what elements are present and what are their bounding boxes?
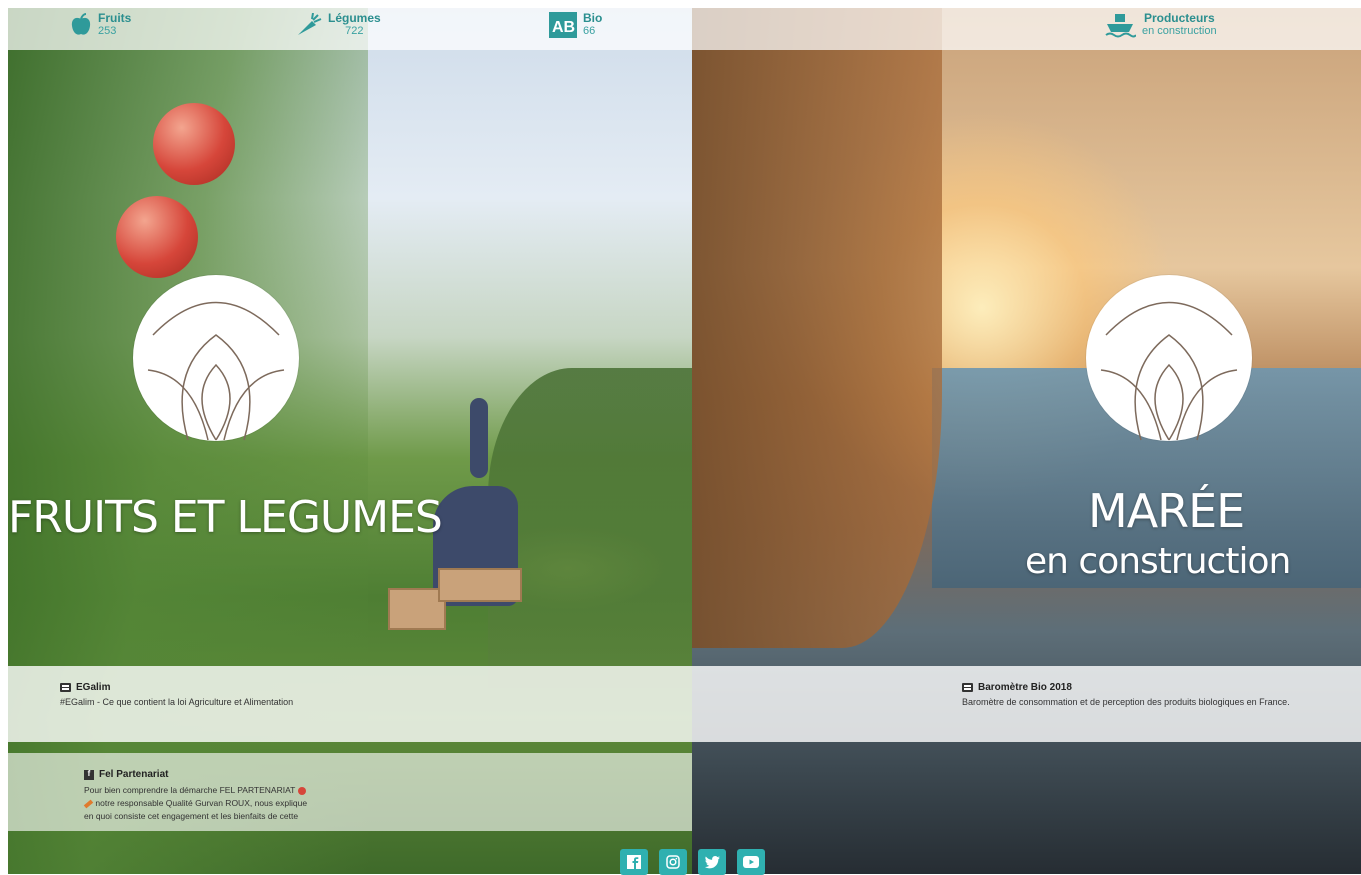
nav-bio-label: Bio: [583, 11, 603, 25]
nav-bio-count: 66: [583, 25, 596, 37]
facebook-post-line: en quoi consiste cet engagement et les b…: [84, 811, 299, 821]
news-desc: Baromètre de consommation et de percepti…: [962, 697, 1290, 707]
fruits-legumes-panel[interactable]: [8, 8, 692, 874]
nav-fruits-label: Fruits: [98, 11, 132, 25]
boat-icon: [1104, 12, 1136, 38]
nav-legumes[interactable]: Légumes 722: [296, 12, 381, 38]
crate: [438, 568, 522, 602]
social-links: [620, 849, 765, 875]
lotus-logo: [133, 275, 299, 441]
apple-emoji-icon: [297, 786, 306, 795]
nav-legumes-count: 722: [345, 25, 364, 37]
youtube-button[interactable]: [737, 849, 765, 875]
instagram-icon: [666, 855, 680, 869]
ab-bio-icon: AB: [549, 12, 577, 38]
newspaper-icon: [962, 683, 973, 692]
facebook-post-line: Pour bien comprendre la démarche FEL PAR…: [84, 785, 296, 795]
facebook-post-line: notre responsable Qualité Gurvan ROUX, n…: [95, 798, 308, 808]
twitter-button[interactable]: [698, 849, 726, 875]
apple-image: [116, 196, 198, 278]
worker-figure: [470, 398, 488, 478]
news-desc: #EGalim - Ce que contient la loi Agricul…: [60, 697, 294, 707]
nav-producteurs-label: Producteurs: [1143, 11, 1215, 25]
twitter-icon: [704, 855, 720, 868]
apple-icon: [70, 13, 92, 37]
news-title[interactable]: EGalim: [76, 682, 110, 693]
facebook-post-title[interactable]: Fel Partenariat: [99, 768, 168, 781]
section-subtitle-maree: en construction: [1025, 541, 1291, 582]
facebook-button[interactable]: [620, 849, 648, 875]
nav-legumes-label: Légumes: [328, 11, 381, 25]
svg-text:AB: AB: [552, 19, 575, 36]
newspaper-icon: [60, 683, 71, 692]
youtube-icon: [743, 856, 759, 868]
nav-fruits[interactable]: Fruits 253: [70, 12, 131, 38]
section-title-fruits-legumes[interactable]: FRUITS ET LEGUMES: [8, 492, 443, 543]
top-nav-left: Fruits 253 Légumes 722 AB Bio 66: [8, 8, 692, 50]
news-item[interactable]: Baromètre Bio 2018 Baromètre de consomma…: [962, 682, 1290, 707]
news-item[interactable]: EGalim #EGalim - Ce que contient la loi …: [60, 682, 293, 707]
carrot-icon: [296, 13, 322, 37]
nav-producteurs[interactable]: Producteurs en construction: [1104, 12, 1217, 38]
facebook-post[interactable]: f Fel Partenariat Pour bien comprendre la…: [83, 768, 364, 823]
nav-fruits-count: 253: [98, 25, 117, 37]
facebook-icon: [627, 855, 641, 869]
instagram-button[interactable]: [659, 849, 687, 875]
section-title-maree[interactable]: MARÉE: [1088, 484, 1245, 538]
news-title[interactable]: Baromètre Bio 2018: [978, 682, 1072, 693]
lotus-logo: [1086, 275, 1252, 441]
facebook-icon: f: [84, 769, 94, 780]
maree-panel[interactable]: [692, 8, 1361, 874]
carrot-emoji-icon: [83, 799, 94, 809]
nav-producteurs-sub: en construction: [1142, 25, 1217, 37]
apple-image: [153, 103, 235, 185]
top-nav-right: Producteurs en construction: [692, 8, 1361, 50]
nav-bio[interactable]: AB Bio 66: [549, 12, 602, 38]
